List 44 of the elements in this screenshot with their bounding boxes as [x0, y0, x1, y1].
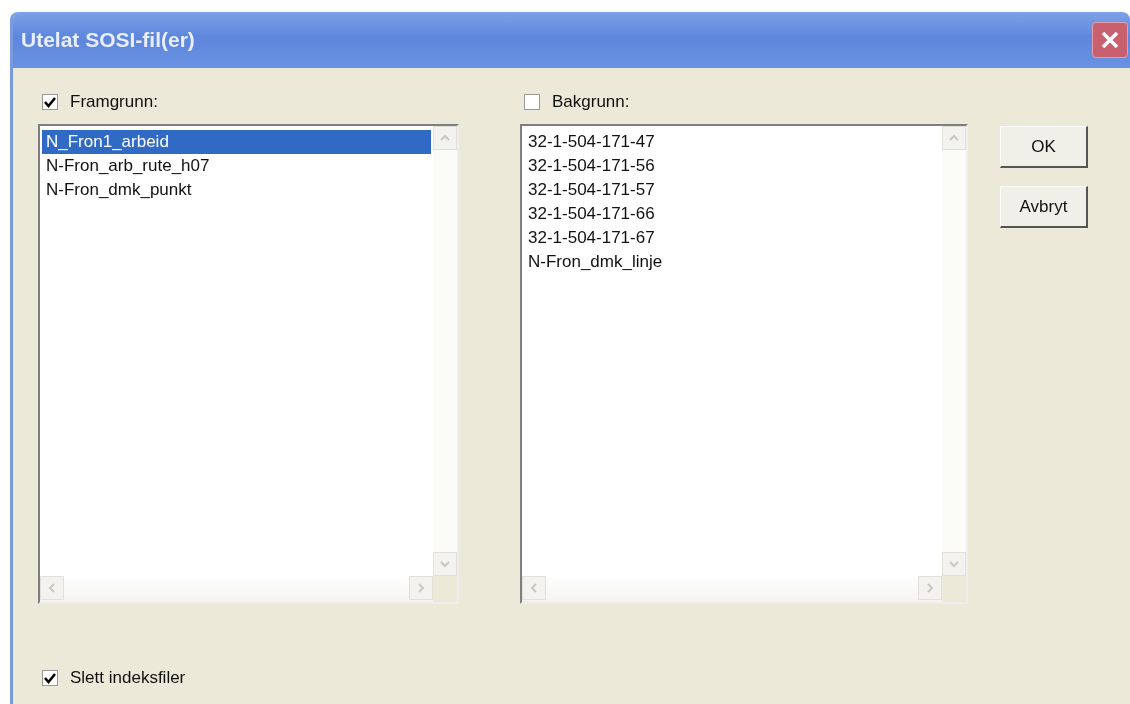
list-item[interactable]: 32-1-504-171-47 — [524, 130, 940, 154]
list-item[interactable]: 32-1-504-171-66 — [524, 202, 940, 226]
checkbox[interactable] — [42, 94, 58, 110]
list-item[interactable]: N-Fron_dmk_linje — [524, 250, 940, 274]
scroll-down-button[interactable] — [942, 552, 966, 576]
up-chevron-icon — [439, 134, 451, 142]
down-chevron-icon — [439, 560, 451, 568]
scrollbar-corner — [942, 576, 966, 602]
left-chevron-icon — [48, 582, 56, 594]
list-item[interactable]: 32-1-504-171-57 — [524, 178, 940, 202]
vertical-scrollbar[interactable] — [433, 126, 457, 576]
up-chevron-icon — [948, 134, 960, 142]
scroll-left-button[interactable] — [40, 576, 64, 600]
list-item[interactable]: 32-1-504-171-56 — [524, 154, 940, 178]
scroll-left-button[interactable] — [522, 576, 546, 600]
checkbox[interactable] — [524, 94, 540, 110]
dialog-button[interactable]: OK — [1000, 126, 1088, 168]
horizontal-scrollbar[interactable] — [522, 576, 942, 602]
right-chevron-icon — [417, 582, 425, 594]
checkbox-label: Slett indeksfiler — [70, 668, 186, 688]
left-chevron-icon — [530, 582, 538, 594]
right-chevron-icon — [926, 582, 934, 594]
horizontal-scrollbar[interactable] — [40, 576, 433, 602]
dialog-button[interactable]: Avbryt — [1000, 186, 1088, 228]
checkbox-label: Framgrunn: — [70, 92, 158, 112]
scroll-right-button[interactable] — [409, 576, 433, 600]
scrollbar-corner — [433, 576, 457, 602]
window-title: Utelat SOSI-fil(er) — [21, 28, 195, 52]
scroll-right-button[interactable] — [918, 576, 942, 600]
close-icon — [1099, 29, 1121, 51]
list-item[interactable]: 32-1-504-171-67 — [524, 226, 940, 250]
vertical-scrollbar[interactable] — [942, 126, 966, 576]
checkbox-label: Bakgrunn: — [552, 92, 630, 112]
close-button[interactable] — [1092, 22, 1128, 58]
list-item[interactable]: N_Fron1_arbeid — [42, 130, 431, 154]
scroll-up-button[interactable] — [433, 126, 457, 150]
list-box[interactable]: N_Fron1_arbeid N-Fron_arb_rute_h07 N-Fron_dmk_punkt — [38, 124, 459, 604]
list-item[interactable]: N-Fron_arb_rute_h07 — [42, 154, 431, 178]
scroll-down-button[interactable] — [433, 552, 457, 576]
list-box[interactable]: 32-1-504-171-47 32-1-504-171-56 32-1-504-171-57 32-1-504-171-66 32-1-504-171-67 N-Fron_dmk_linje — [520, 124, 968, 604]
checkbox[interactable] — [42, 670, 58, 686]
scroll-up-button[interactable] — [942, 126, 966, 150]
down-chevron-icon — [948, 560, 960, 568]
list-item[interactable]: N-Fron_dmk_punkt — [42, 178, 431, 202]
